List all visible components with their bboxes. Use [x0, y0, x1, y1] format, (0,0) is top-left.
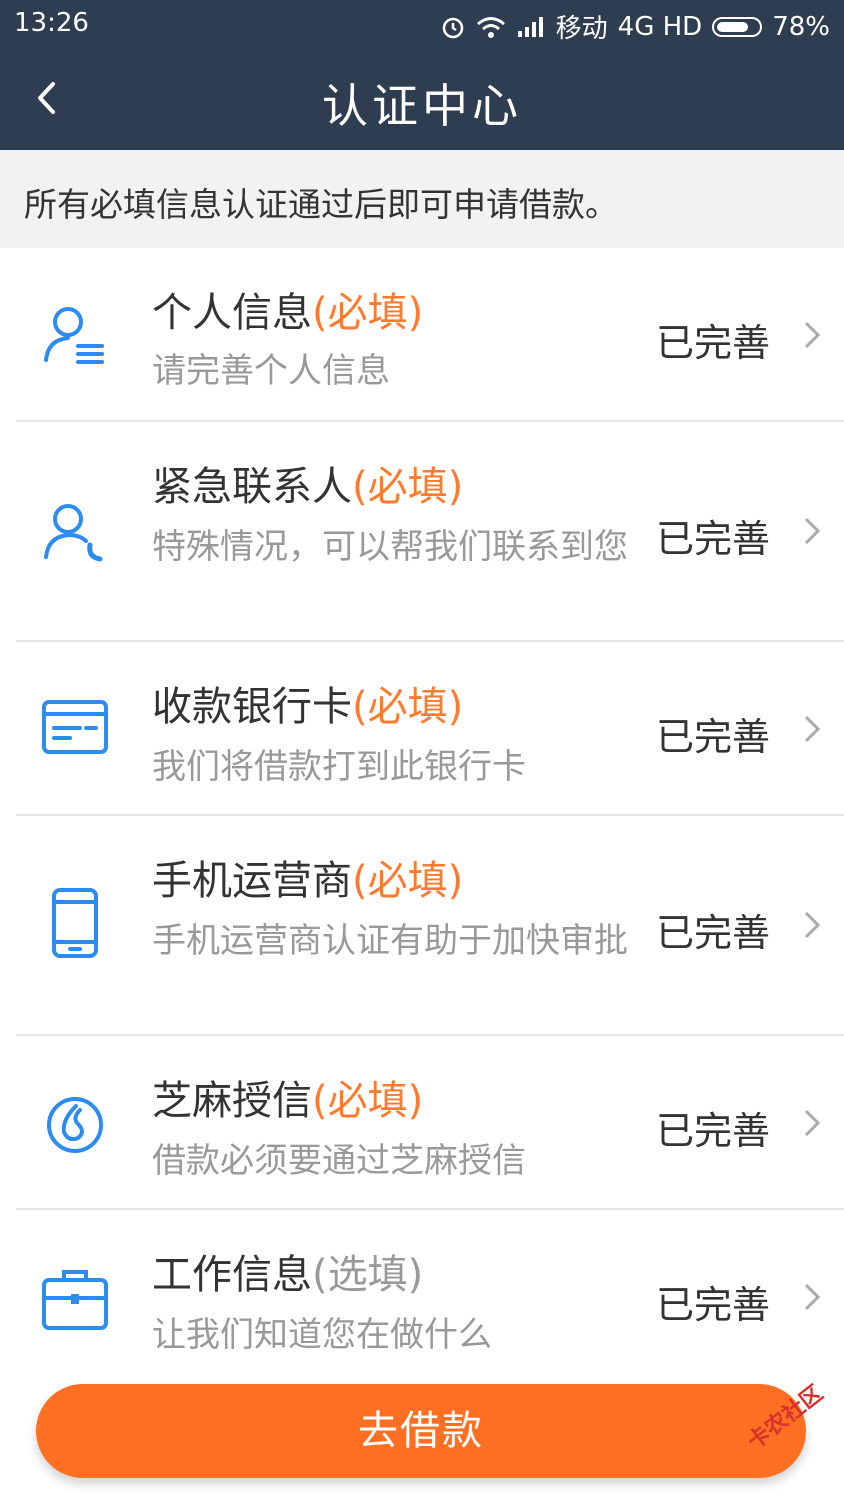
- item-desc: 让我们知道您在做什么: [152, 1315, 492, 1355]
- top-bar: 13:26 移动 4G HD 78% 认证中心: [0, 0, 844, 150]
- user-phone-icon: [44, 504, 103, 562]
- item-desc: 手机运营商认证有助于加快审批: [152, 921, 628, 961]
- item-status: 已完善: [656, 321, 771, 365]
- item-title: 工作信息(选填): [152, 1252, 424, 1298]
- status-network: 4G HD: [617, 11, 703, 42]
- chevron-right-icon: [804, 1283, 821, 1311]
- page-title: 认证中心: [322, 79, 522, 133]
- battery-icon: [712, 16, 763, 37]
- item-status: 已完善: [656, 1283, 771, 1327]
- status-bar: 13:26 移动 4G HD 78%: [0, 0, 844, 48]
- battery-fill: [717, 21, 749, 32]
- list-item-emergency-contact[interactable]: 紧急联系人(必填) 特殊情况，可以帮我们联系到您 已完善: [16, 422, 844, 642]
- status-carrier: 移动: [555, 14, 608, 44]
- item-status: 已完善: [656, 517, 771, 561]
- chevron-right-icon: [804, 911, 821, 939]
- notice-text: 所有必填信息认证通过后即可申请借款。: [0, 150, 844, 248]
- item-status: 已完善: [656, 715, 771, 759]
- chevron-right-icon: [804, 715, 821, 743]
- item-desc: 我们将借款打到此银行卡: [152, 747, 526, 787]
- item-title: 个人信息(必填): [152, 290, 424, 336]
- status-battery: 78%: [772, 11, 830, 42]
- alarm-icon: [442, 17, 463, 38]
- mobile-phone-icon: [52, 888, 98, 958]
- status-time: 13:26: [14, 8, 89, 38]
- status-right: 移动 4G HD 78%: [440, 8, 830, 45]
- user-list-icon: [44, 307, 104, 364]
- briefcase-icon: [42, 1270, 108, 1330]
- borrow-button[interactable]: 去借款: [36, 1384, 806, 1478]
- list-item-mobile-carrier[interactable]: 手机运营商(必填) 手机运营商认证有助于加快审批 已完善: [16, 816, 844, 1036]
- list-item-sesame-credit[interactable]: 芝麻授信(必填) 借款必须要通过芝麻授信 已完善: [16, 1036, 844, 1210]
- item-title: 紧急联系人(必填): [152, 464, 464, 510]
- item-status: 已完善: [656, 1109, 771, 1153]
- item-desc: 请完善个人信息: [152, 351, 390, 391]
- item-status: 已完善: [656, 911, 771, 955]
- wifi-icon: [476, 16, 505, 38]
- item-title: 收款银行卡(必填): [152, 684, 464, 730]
- chevron-right-icon: [804, 1109, 821, 1137]
- item-desc: 借款必须要通过芝麻授信: [152, 1141, 526, 1181]
- verification-list: 个人信息(必填) 请完善个人信息 已完善 紧急联系人(必填) 特殊情况，可以帮我…: [0, 248, 844, 1388]
- chevron-right-icon: [804, 517, 821, 545]
- chevron-right-icon: [804, 321, 821, 349]
- list-item-bank-card[interactable]: 收款银行卡(必填) 我们将借款打到此银行卡 已完善: [16, 642, 844, 816]
- sesame-credit-icon: [47, 1097, 103, 1153]
- item-desc: 特殊情况，可以帮我们联系到您: [152, 527, 628, 567]
- item-title: 手机运营商(必填): [152, 858, 464, 904]
- signal-icon: [517, 16, 543, 37]
- list-item-personal-info[interactable]: 个人信息(必填) 请完善个人信息 已完善: [16, 248, 844, 422]
- list-item-work-info[interactable]: 工作信息(选填) 让我们知道您在做什么 已完善: [16, 1210, 844, 1388]
- bank-card-icon: [42, 700, 108, 754]
- item-title: 芝麻授信(必填): [152, 1078, 424, 1124]
